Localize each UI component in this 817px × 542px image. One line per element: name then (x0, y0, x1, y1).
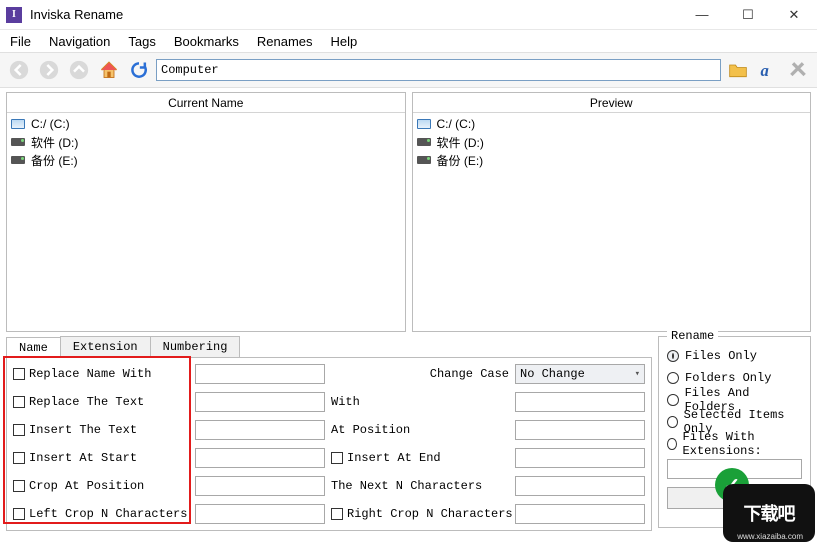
minimize-button[interactable]: — (679, 0, 725, 30)
drive-icon (417, 119, 431, 129)
drive-icon (11, 119, 25, 129)
files-with-extensions-label: Files With Extensions: (683, 430, 802, 458)
crop-at-position-input[interactable] (195, 476, 325, 496)
forward-button[interactable] (36, 57, 62, 83)
tab-extension[interactable]: Extension (60, 336, 151, 357)
right-crop-label: Right Crop N Characters (347, 507, 513, 521)
insert-at-end-input[interactable] (515, 448, 645, 468)
drive-row[interactable]: 备份 (E:) (417, 151, 807, 169)
rename-group: Rename Files Only Folders Only Files And… (658, 336, 811, 528)
replace-name-with-checkbox[interactable] (13, 368, 25, 380)
address-bar[interactable]: Computer (156, 59, 721, 81)
preview-list[interactable]: C:/ (C:) 软件 (D:) 备份 (E:) (413, 113, 811, 331)
back-button[interactable] (6, 57, 32, 83)
tab-name[interactable]: Name (6, 337, 61, 358)
rename-group-title: Rename (667, 329, 718, 343)
drive-icon (417, 138, 431, 146)
insert-the-text-input[interactable] (195, 420, 325, 440)
drive-icon (417, 156, 431, 164)
titlebar: I Inviska Rename — ☐ ✕ (0, 0, 817, 30)
selected-items-only-radio[interactable] (667, 416, 678, 428)
with-input[interactable] (515, 392, 645, 412)
next-n-chars-input[interactable] (515, 476, 645, 496)
watermark-url: www.xiazaiba.com (737, 532, 803, 541)
insert-at-start-label: Insert At Start (29, 451, 137, 465)
replace-the-text-label: Replace The Text (29, 395, 144, 409)
next-n-chars-label: The Next N Characters (325, 479, 515, 493)
right-crop-input[interactable] (515, 504, 645, 524)
replace-name-with-input[interactable] (195, 364, 325, 384)
panes: Current Name C:/ (C:) 软件 (D:) 备份 (E:) Pr… (0, 88, 817, 336)
toolbar: Computer a (0, 52, 817, 88)
menu-renames[interactable]: Renames (257, 34, 313, 49)
options-column: Name Extension Numbering Replace Name Wi… (6, 336, 652, 528)
current-name-pane: Current Name C:/ (C:) 软件 (D:) 备份 (E:) (6, 92, 406, 332)
up-button[interactable] (66, 57, 92, 83)
menu-bookmarks[interactable]: Bookmarks (174, 34, 239, 49)
replace-the-text-input[interactable] (195, 392, 325, 412)
left-crop-checkbox[interactable] (13, 508, 25, 520)
menu-help[interactable]: Help (331, 34, 358, 49)
drive-row[interactable]: 软件 (D:) (11, 133, 401, 151)
svg-text:a: a (761, 61, 769, 80)
folders-only-radio[interactable] (667, 372, 679, 384)
insert-at-end-checkbox[interactable] (331, 452, 343, 464)
insert-at-end-label: Insert At End (347, 451, 441, 465)
files-only-radio[interactable] (667, 350, 679, 362)
refresh-button[interactable] (126, 57, 152, 83)
crop-at-position-checkbox[interactable] (13, 480, 25, 492)
files-and-folders-radio[interactable] (667, 394, 679, 406)
insert-at-start-input[interactable] (195, 448, 325, 468)
left-crop-label: Left Crop N Characters (29, 507, 187, 521)
current-name-list[interactable]: C:/ (C:) 软件 (D:) 备份 (E:) (7, 113, 405, 331)
preview-pane: Preview C:/ (C:) 软件 (D:) 备份 (E:) (412, 92, 812, 332)
at-position-input[interactable] (515, 420, 645, 440)
app-icon: I (6, 7, 22, 23)
address-text: Computer (161, 63, 219, 77)
files-with-extensions-radio[interactable] (667, 438, 677, 450)
change-case-label: Change Case (325, 367, 515, 381)
files-only-label: Files Only (685, 349, 757, 363)
tab-name-panel: Replace Name With Change Case No Change▾… (6, 357, 652, 531)
left-crop-input[interactable] (195, 504, 325, 524)
replace-the-text-checkbox[interactable] (13, 396, 25, 408)
menu-file[interactable]: File (10, 34, 31, 49)
with-label: With (325, 395, 515, 409)
tab-numbering[interactable]: Numbering (150, 336, 241, 357)
settings-button[interactable] (785, 57, 811, 83)
change-case-select[interactable]: No Change▾ (515, 364, 645, 384)
preview-header[interactable]: Preview (413, 93, 811, 113)
drive-row[interactable]: C:/ (C:) (417, 115, 807, 133)
menubar: File Navigation Tags Bookmarks Renames H… (0, 30, 817, 52)
drive-row[interactable]: 软件 (D:) (417, 133, 807, 151)
insert-at-start-checkbox[interactable] (13, 452, 25, 464)
drive-row[interactable]: 备份 (E:) (11, 151, 401, 169)
rename-column: Rename Files Only Folders Only Files And… (658, 336, 811, 528)
menu-navigation[interactable]: Navigation (49, 34, 110, 49)
home-button[interactable] (96, 57, 122, 83)
rename-button[interactable]: Ren (667, 487, 802, 509)
drive-row[interactable]: C:/ (C:) (11, 115, 401, 133)
close-button[interactable]: ✕ (771, 0, 817, 30)
menu-tags[interactable]: Tags (128, 34, 155, 49)
current-name-header[interactable]: Current Name (7, 93, 405, 113)
options-tabs: Name Extension Numbering (6, 336, 652, 357)
at-position-label: At Position (325, 423, 515, 437)
drive-icon (11, 138, 25, 146)
extensions-input[interactable] (667, 459, 802, 479)
insert-the-text-checkbox[interactable] (13, 424, 25, 436)
open-folder-button[interactable] (725, 57, 751, 83)
window-title: Inviska Rename (30, 7, 123, 22)
maximize-button[interactable]: ☐ (725, 0, 771, 30)
crop-at-position-label: Crop At Position (29, 479, 144, 493)
insert-the-text-label: Insert The Text (29, 423, 137, 437)
bottom-area: Name Extension Numbering Replace Name Wi… (0, 336, 817, 532)
drive-icon (11, 156, 25, 164)
right-crop-checkbox[interactable] (331, 508, 343, 520)
chevron-down-icon: ▾ (635, 369, 640, 379)
folders-only-label: Folders Only (685, 371, 771, 385)
font-button[interactable]: a (755, 57, 781, 83)
replace-name-with-label: Replace Name With (29, 367, 151, 381)
